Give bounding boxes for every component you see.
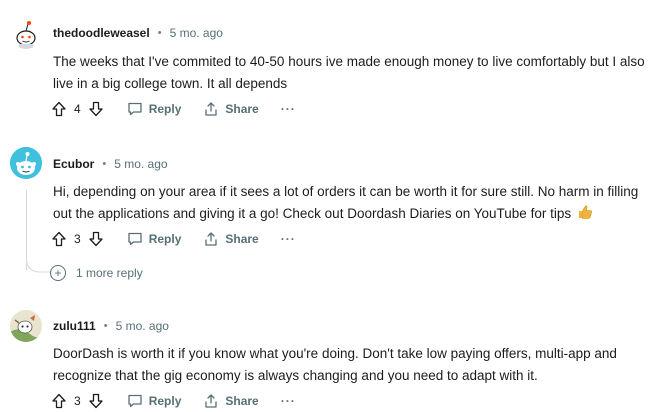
more-replies-button[interactable]: + 1 more reply xyxy=(50,265,143,281)
more-options-icon[interactable]: ··· xyxy=(281,394,296,408)
thumbs-up-icon xyxy=(578,205,592,219)
share-icon xyxy=(205,102,218,116)
reply-button[interactable]: Reply xyxy=(127,393,182,409)
downvote-icon[interactable] xyxy=(87,100,105,118)
downvote-icon[interactable] xyxy=(87,230,105,248)
reply-label: Reply xyxy=(148,394,182,408)
vote-group: 3 xyxy=(50,230,105,248)
vote-group: 4 xyxy=(50,100,105,118)
comment-author[interactable]: zulu111 xyxy=(53,319,96,333)
upvote-icon[interactable] xyxy=(50,100,68,118)
reply-button[interactable]: Reply xyxy=(127,101,182,117)
downvote-icon[interactable] xyxy=(87,392,105,410)
vote-count: 4 xyxy=(74,102,81,116)
comment-body: Hi, depending on your area if it sees a … xyxy=(53,181,653,225)
vote-count: 3 xyxy=(74,232,81,246)
more-replies-label: 1 more reply xyxy=(76,266,143,280)
vote-group: 3 xyxy=(50,392,105,410)
comment-text: Hi, depending on your area if it sees a … xyxy=(53,184,639,221)
share-button[interactable]: Share xyxy=(203,101,259,117)
more-options-icon[interactable]: ··· xyxy=(281,232,296,246)
upvote-icon[interactable] xyxy=(50,392,68,410)
share-icon xyxy=(205,394,218,408)
more-options-icon[interactable]: ··· xyxy=(281,102,296,116)
comment-age[interactable]: 5 mo. ago xyxy=(116,319,169,333)
share-label: Share xyxy=(225,232,259,246)
comment-author[interactable]: Ecubor xyxy=(53,157,94,171)
comment-actions: 3 Reply Share ··· xyxy=(50,228,296,250)
comment-age[interactable]: 5 mo. ago xyxy=(114,157,167,171)
reply-icon xyxy=(128,394,142,408)
share-button[interactable]: Share xyxy=(203,231,259,247)
comment-author[interactable]: thedoodleweasel xyxy=(53,26,150,40)
upvote-icon[interactable] xyxy=(50,230,68,248)
thread-connector xyxy=(26,258,52,273)
reply-button[interactable]: Reply xyxy=(127,231,182,247)
reply-icon xyxy=(128,102,142,116)
comment-age[interactable]: 5 mo. ago xyxy=(170,26,223,40)
avatar[interactable] xyxy=(10,310,42,342)
comment-actions: 4 Reply Share ··· xyxy=(50,98,296,120)
share-button[interactable]: Share xyxy=(203,393,259,409)
snoo-avatar-icon xyxy=(10,147,42,179)
meta-separator: • xyxy=(103,320,108,332)
share-label: Share xyxy=(225,394,259,408)
comment-body: DoorDash is worth it if you know what yo… xyxy=(53,346,617,383)
avatar[interactable] xyxy=(10,147,42,179)
reply-icon xyxy=(128,232,142,246)
share-label: Share xyxy=(225,102,259,116)
avatar[interactable] xyxy=(10,17,42,49)
meta-separator: • xyxy=(102,158,107,170)
comment-body: The weeks that I've commited to 40-50 ho… xyxy=(53,54,645,91)
reply-label: Reply xyxy=(148,232,182,246)
comment-actions: 3 Reply Share ··· xyxy=(50,390,296,412)
meta-separator: • xyxy=(157,27,162,39)
vote-count: 3 xyxy=(74,394,81,408)
share-icon xyxy=(205,232,218,246)
reply-label: Reply xyxy=(148,102,182,116)
snoo-avatar-icon xyxy=(10,310,42,342)
plus-circle-icon: + xyxy=(50,265,66,281)
snoo-avatar-icon xyxy=(10,17,42,49)
